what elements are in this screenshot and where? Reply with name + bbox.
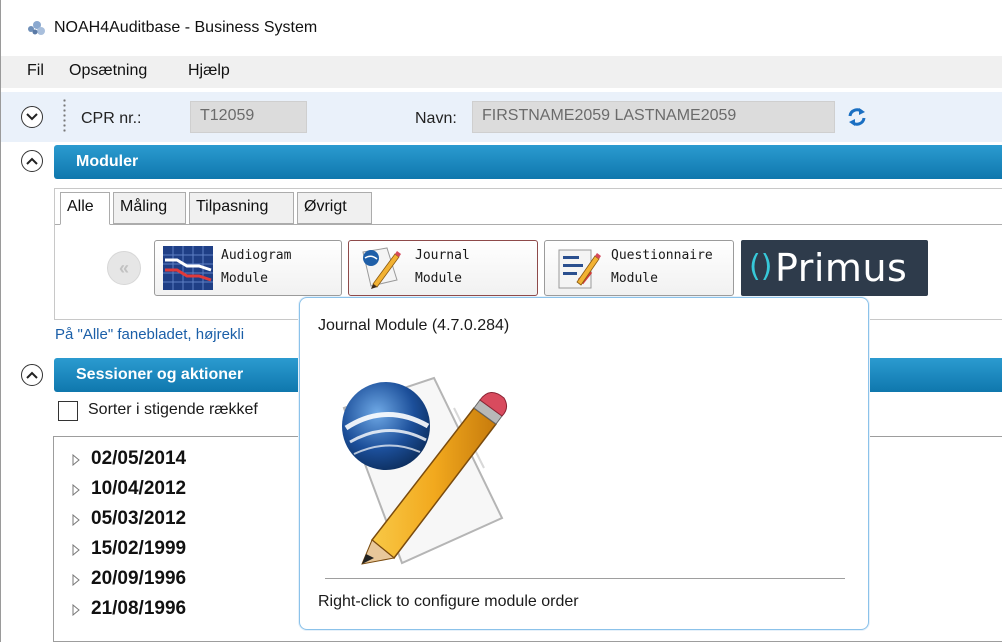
journal-large-icon bbox=[342, 376, 508, 565]
expand-arrow-icon[interactable] bbox=[71, 574, 81, 586]
journal-label-line1: Journal bbox=[415, 248, 470, 263]
cpr-field[interactable]: T12059 bbox=[190, 101, 307, 133]
refresh-icon[interactable] bbox=[846, 106, 868, 128]
window-title: NOAH4Auditbase - Business System bbox=[54, 19, 318, 36]
expand-arrow-icon[interactable] bbox=[71, 514, 81, 526]
name-label: Navn: bbox=[415, 110, 457, 127]
modules-header: Moduler bbox=[54, 145, 1002, 179]
cpr-label: CPR nr.: bbox=[81, 110, 142, 127]
sort-ascending-checkbox[interactable] bbox=[58, 401, 78, 421]
chevron-down-icon bbox=[26, 113, 38, 121]
name-field[interactable]: FIRSTNAME2059 LASTNAME2059 bbox=[472, 101, 835, 133]
expand-arrow-icon[interactable] bbox=[71, 604, 81, 616]
chevron-up-icon bbox=[26, 371, 38, 379]
expand-patient-button[interactable] bbox=[21, 106, 43, 128]
tab-ovrigt[interactable]: Øvrigt bbox=[297, 192, 372, 224]
journal-module-button[interactable]: Journal Module bbox=[348, 240, 538, 296]
title-bar: NOAH4Auditbase - Business System bbox=[1, 0, 1002, 56]
menu-opsaetning[interactable]: Opsætning bbox=[69, 62, 147, 80]
questionnaire-label-line2: Module bbox=[611, 271, 658, 286]
journal-icon bbox=[362, 247, 401, 289]
questionnaire-module-button[interactable]: Questionnaire Module bbox=[544, 240, 734, 296]
session-date: 05/03/2012 bbox=[91, 508, 187, 529]
session-date: 15/02/1999 bbox=[91, 538, 187, 559]
sort-ascending-label: Sorter i stigende rækkef bbox=[88, 401, 258, 418]
tooltip-footer: Right-click to configure module order bbox=[318, 593, 579, 610]
chevron-up-icon bbox=[26, 157, 38, 165]
tooltip-title: Journal Module (4.7.0.284) bbox=[318, 317, 510, 334]
tab-divider bbox=[55, 224, 1002, 225]
audiogram-label-line1: Audiogram bbox=[221, 248, 292, 263]
audiogram-icon bbox=[163, 246, 213, 290]
session-date: 02/05/2014 bbox=[91, 448, 187, 469]
app-window: NOAH4Auditbase - Business System Fil Ops… bbox=[0, 0, 1002, 642]
tooltip-separator bbox=[325, 578, 845, 579]
session-date: 21/08/1996 bbox=[91, 598, 187, 619]
tab-alle[interactable]: Alle bbox=[60, 192, 110, 225]
module-tooltip: Journal Module (4.7.0.284) Right-click t… bbox=[299, 297, 869, 630]
expand-arrow-icon[interactable] bbox=[71, 484, 81, 496]
tab-tilpasning[interactable]: Tilpasning bbox=[189, 192, 294, 224]
collapse-modules-button[interactable] bbox=[21, 150, 43, 172]
audiogram-module-button[interactable]: Audiogram Module bbox=[154, 240, 342, 296]
session-date: 10/04/2012 bbox=[91, 478, 187, 499]
modules-hint-text: På "Alle" fanebladet, højrekli bbox=[55, 326, 245, 343]
questionnaire-label-line1: Questionnaire bbox=[611, 248, 713, 263]
menu-hjaelp[interactable]: Hjælp bbox=[188, 62, 230, 80]
menu-bar: Fil Opsætning Hjælp bbox=[1, 56, 1002, 88]
tab-maling[interactable]: Måling bbox=[113, 192, 186, 224]
primus-module-button[interactable]: () Primus bbox=[741, 240, 928, 296]
audiogram-label-line2: Module bbox=[221, 271, 268, 286]
double-chevron-left-icon: « bbox=[118, 257, 129, 278]
primus-logo-icon: () bbox=[749, 249, 773, 284]
questionnaire-icon bbox=[558, 249, 601, 289]
app-logo-icon bbox=[28, 21, 45, 35]
toolbar-grip[interactable] bbox=[63, 98, 66, 134]
scroll-left-button[interactable]: « bbox=[107, 251, 141, 285]
menu-fil[interactable]: Fil bbox=[27, 62, 44, 80]
expand-arrow-icon[interactable] bbox=[71, 454, 81, 466]
session-date: 20/09/1996 bbox=[91, 568, 187, 589]
collapse-sessions-button[interactable] bbox=[21, 364, 43, 386]
expand-arrow-icon[interactable] bbox=[71, 544, 81, 556]
journal-label-line2: Module bbox=[415, 271, 462, 286]
primus-label: Primus bbox=[775, 246, 908, 290]
